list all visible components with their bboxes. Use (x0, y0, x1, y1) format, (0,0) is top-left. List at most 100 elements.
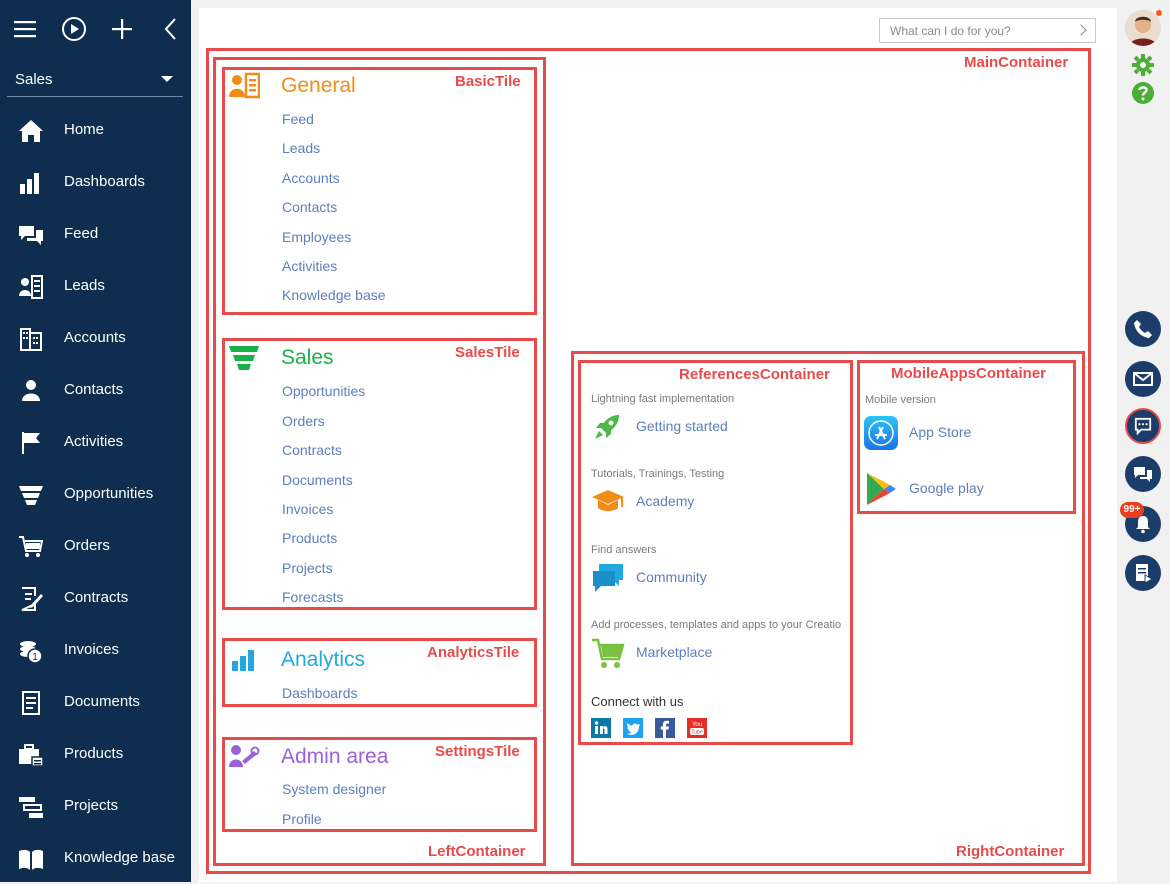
sidebar-item-contacts[interactable]: Contacts (0, 364, 191, 416)
rocket-icon (595, 415, 619, 439)
sidebar-item-label: Activities (64, 433, 124, 450)
analytics-icon (232, 650, 254, 671)
add-icon[interactable] (109, 16, 135, 42)
sidebar-item-orders[interactable]: Orders (0, 520, 191, 572)
phone-button[interactable] (1125, 311, 1161, 347)
settings-tile-label: SettingsTile (435, 743, 520, 760)
sidebar-item-contracts[interactable]: Contracts (0, 572, 191, 624)
sales-link-contracts[interactable]: Contracts (282, 442, 342, 458)
reference-caption: Add processes, templates and apps to you… (591, 619, 842, 631)
google-play-icon[interactable] (864, 471, 898, 507)
sidebar-item-accounts[interactable]: Accounts (0, 312, 191, 364)
email-icon (1133, 372, 1153, 386)
admin-link-profile[interactable]: Profile (282, 811, 322, 827)
admin-area-icon (229, 745, 260, 767)
app-store-icon[interactable] (864, 416, 898, 450)
svg-text:1: 1 (32, 652, 38, 663)
sidebar-item-label: Feed (64, 225, 99, 242)
sidebar-item-documents[interactable]: Documents (0, 676, 191, 728)
google-play-link[interactable]: Google play (909, 480, 984, 496)
feed-icon (19, 226, 43, 245)
getting-started-link[interactable]: Getting started (636, 418, 728, 434)
general-link-feed[interactable]: Feed (282, 111, 314, 127)
activities-icon (22, 432, 40, 454)
user-avatar-icon (1125, 10, 1161, 46)
sidebar-item-activities[interactable]: Activities (0, 416, 191, 468)
sidebar-item-projects[interactable]: Projects (0, 780, 191, 832)
opportunities-icon (19, 486, 43, 505)
sales-link-opportunities[interactable]: Opportunities (282, 383, 365, 399)
notification-badge: 99+ (1120, 502, 1144, 518)
facebook-icon[interactable] (655, 718, 675, 738)
projects-icon (19, 797, 43, 818)
play-process-icon[interactable] (61, 16, 87, 42)
command-line-input[interactable]: What can I do for you? (879, 18, 1096, 43)
analytics-link-dashboards[interactable]: Dashboards (282, 685, 358, 701)
graduation-cap-icon (592, 490, 624, 511)
sidebar-item-label: Leads (64, 277, 105, 294)
chat-button[interactable] (1125, 408, 1161, 444)
process-button[interactable] (1125, 555, 1161, 591)
right-container-label: RightContainer (956, 843, 1065, 860)
marketplace-link[interactable]: Marketplace (636, 644, 712, 660)
admin-tile-title[interactable]: Admin area (281, 745, 388, 769)
app-store-link[interactable]: App Store (909, 424, 971, 440)
sidebar-item-dashboards[interactable]: Dashboards (0, 156, 191, 208)
mobile-apps-container-label: MobileAppsContainer (891, 365, 1047, 382)
analytics-tile-title[interactable]: Analytics (281, 648, 365, 672)
sidebar-item-leads[interactable]: Leads (0, 260, 191, 312)
general-link-knowledge-base[interactable]: Knowledge base (282, 287, 386, 303)
academy-link[interactable]: Academy (636, 493, 694, 509)
workspace-selector[interactable]: Sales (7, 62, 183, 97)
status-dot (1156, 10, 1162, 16)
basic-tile-label: BasicTile (455, 73, 521, 90)
general-link-leads[interactable]: Leads (282, 140, 320, 156)
youtube-icon[interactable]: You Tube (687, 718, 707, 738)
sidebar-item-home[interactable]: Home (0, 104, 191, 156)
sidebar-item-knowledge-base[interactable]: Knowledge base (0, 832, 191, 884)
references-container-label: ReferencesContainer (679, 366, 830, 383)
feed-icon (1134, 467, 1152, 482)
gear-icon[interactable] (1131, 53, 1155, 77)
sidebar-item-invoices[interactable]: 1 Invoices (0, 624, 191, 676)
sidebar-item-label: Opportunities (64, 485, 154, 502)
sidebar: Sales Home Dashboards Feed Leads Account… (0, 0, 191, 882)
help-icon[interactable] (1131, 81, 1155, 105)
general-link-contacts[interactable]: Contacts (282, 199, 337, 215)
sidebar-item-feed[interactable]: Feed (0, 208, 191, 260)
sidebar-item-label: Invoices (64, 641, 120, 658)
leads-icon (19, 275, 43, 299)
menu-icon[interactable] (12, 16, 38, 42)
sales-tile-title[interactable]: Sales (281, 346, 334, 370)
general-link-accounts[interactable]: Accounts (282, 170, 340, 186)
sales-link-forecasts[interactable]: Forecasts (282, 589, 343, 605)
sales-link-orders[interactable]: Orders (282, 413, 325, 429)
sales-link-products[interactable]: Products (282, 530, 337, 546)
sidebar-item-opportunities[interactable]: Opportunities (0, 468, 191, 520)
chevron-down-icon (161, 76, 173, 82)
sales-link-documents[interactable]: Documents (282, 472, 353, 488)
general-tile-title[interactable]: General (281, 74, 356, 98)
workspace-label: Sales (15, 71, 53, 88)
sidebar-item-label: Contracts (64, 589, 129, 606)
twitter-icon[interactable] (623, 718, 643, 738)
email-button[interactable] (1125, 361, 1161, 397)
sales-link-projects[interactable]: Projects (282, 560, 333, 576)
avatar[interactable] (1125, 10, 1161, 46)
chevron-right-icon[interactable] (1075, 24, 1087, 36)
svg-text:You: You (692, 722, 702, 728)
general-link-employees[interactable]: Employees (282, 229, 351, 245)
collapse-chevron-icon[interactable] (158, 16, 184, 42)
community-link[interactable]: Community (636, 569, 707, 585)
dashboards-icon (20, 173, 39, 194)
feed-button[interactable] (1125, 456, 1161, 492)
sidebar-item-label: Orders (64, 537, 110, 554)
mobile-caption: Mobile version (865, 394, 936, 406)
sidebar-item-products[interactable]: Products (0, 728, 191, 780)
sales-link-invoices[interactable]: Invoices (282, 501, 333, 517)
general-link-activities[interactable]: Activities (282, 258, 337, 274)
search-placeholder: What can I do for you? (890, 24, 1011, 38)
linkedin-icon[interactable] (591, 718, 611, 738)
admin-link-system-designer[interactable]: System designer (282, 781, 386, 797)
chat-bubbles-icon (593, 564, 623, 592)
